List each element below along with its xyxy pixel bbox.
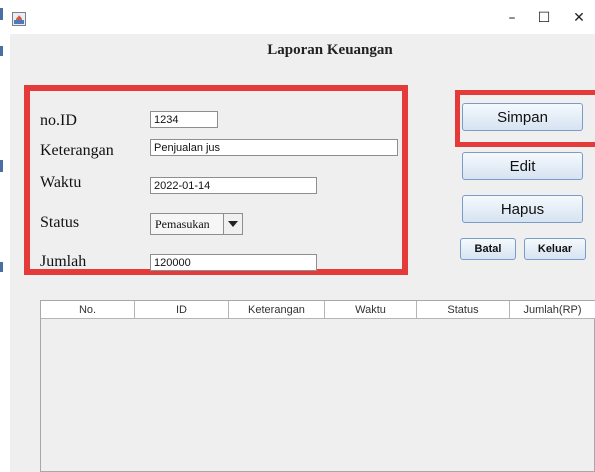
edit-button[interactable]: Edit (462, 152, 583, 180)
label-waktu: Waktu (40, 174, 82, 191)
form-title: Laporan Keuangan (267, 42, 393, 58)
chevron-down-icon[interactable] (224, 214, 242, 234)
close-button[interactable]: ✕ (561, 6, 595, 30)
hapus-button[interactable]: Hapus (462, 195, 583, 223)
edge-marker (0, 262, 3, 272)
table-header: No. ID Keterangan Waktu Status Jumlah(RP… (41, 301, 595, 319)
desktop-edge (0, 0, 10, 472)
id-field[interactable]: 1234 (150, 111, 218, 128)
label-status: Status (40, 214, 80, 231)
column-header-no[interactable]: No. (41, 301, 135, 319)
batal-button[interactable]: Batal (460, 238, 516, 260)
column-header-jumlah[interactable]: Jumlah(RP) (510, 301, 595, 319)
jumlah-field[interactable]: 120000 (150, 254, 317, 271)
simpan-button[interactable]: Simpan (462, 103, 583, 131)
label-jumlah: Jumlah (40, 253, 87, 270)
edge-marker (0, 8, 3, 20)
column-header-id[interactable]: ID (135, 301, 229, 319)
edge-marker (0, 160, 3, 172)
label-no-id: no.ID (40, 112, 77, 129)
status-selected-value: Pemasukan (151, 214, 224, 234)
label-keterangan: Keterangan (40, 142, 114, 159)
minimize-button[interactable]: – (494, 6, 530, 30)
status-dropdown[interactable]: Pemasukan (150, 213, 243, 235)
java-app-icon (12, 12, 26, 26)
column-header-keterangan[interactable]: Keterangan (229, 301, 325, 319)
waktu-field[interactable]: 2022-01-14 (150, 177, 317, 194)
edge-marker (0, 46, 3, 56)
data-table[interactable] (40, 300, 595, 472)
keluar-button[interactable]: Keluar (524, 238, 586, 260)
column-header-status[interactable]: Status (417, 301, 510, 319)
column-header-waktu[interactable]: Waktu (325, 301, 417, 319)
maximize-button[interactable]: ☐ (526, 6, 562, 30)
keterangan-field[interactable]: Penjualan jus (150, 139, 398, 156)
